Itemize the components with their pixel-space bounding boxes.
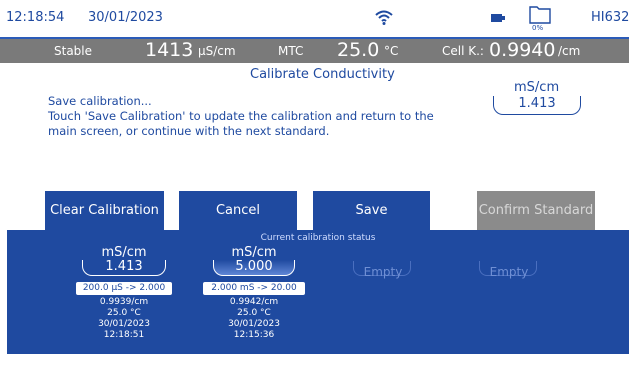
calibration-slot-2: mS/cm 5.000 2.000 mS -> 20.00 mS 0.9942/… — [203, 245, 305, 341]
status-bar: 12:18:54 30/01/2023 0% HI6321 — [0, 0, 629, 37]
calibration-status-panel: Current calibration status mS/cm 1.413 2… — [7, 230, 629, 354]
empty-label: Empty — [489, 265, 529, 279]
message-line-1: Save calibration... — [48, 94, 152, 108]
folder-icon[interactable] — [529, 4, 551, 24]
calibration-slot-1: mS/cm 1.413 200.0 µS -> 2.000 mS 0.9939/… — [76, 245, 172, 341]
clear-calibration-button[interactable]: Clear Calibration — [45, 191, 164, 230]
save-button[interactable]: Save — [313, 191, 430, 230]
calibration-slot-4-empty: Empty — [479, 261, 539, 279]
slot-range: 2.000 mS -> 20.00 mS — [203, 282, 305, 306]
slot-cell-constant: 0.9939/cm — [99, 297, 149, 307]
standard-unit: mS/cm — [514, 80, 560, 95]
stability-label: Stable — [54, 44, 93, 58]
slot-temperature: 25.0 °C — [107, 308, 141, 318]
slot-unit: mS/cm — [231, 245, 277, 260]
message-line-3: main screen, or continue with the next s… — [48, 124, 330, 138]
slot-value: 5.000 — [213, 260, 295, 276]
slot-date: 30/01/2023 — [228, 319, 280, 329]
temperature-value: 25.0 — [337, 39, 380, 61]
battery-icon — [491, 14, 505, 22]
slot-time: 12:18:51 — [103, 330, 145, 340]
page-title: Calibrate Conductivity — [250, 67, 395, 82]
wifi-icon — [375, 10, 393, 25]
temperature-unit: °C — [384, 44, 399, 58]
slot-date: 30/01/2023 — [98, 319, 150, 329]
slot-time: 12:15:36 — [233, 330, 275, 340]
slot-temperature: 25.0 °C — [237, 308, 271, 318]
standard-value: 1.413 — [493, 96, 581, 115]
folder-percent: 0% — [532, 24, 544, 32]
confirm-standard-button: Confirm Standard — [477, 191, 595, 230]
conductivity-value: 1413 — [145, 39, 194, 61]
slot-cell-constant: 0.9942/cm — [229, 297, 279, 307]
cell-constant-unit: /cm — [558, 44, 581, 58]
conductivity-unit: µS/cm — [198, 44, 236, 58]
calibration-slot-3-empty: Empty — [353, 261, 413, 279]
temp-mode: MTC — [278, 44, 304, 58]
model-name: HI6321 — [591, 10, 629, 25]
message-line-2: Touch 'Save Calibration' to update the c… — [48, 109, 434, 123]
cell-constant-value: 0.9940 — [489, 39, 556, 61]
panel-title: Current calibration status — [260, 233, 376, 243]
slot-range: 200.0 µS -> 2.000 mS — [76, 282, 172, 306]
clock-date: 30/01/2023 — [88, 10, 163, 25]
slot-value: 1.413 — [82, 260, 166, 276]
cell-constant-label: Cell K.: — [442, 44, 484, 58]
cancel-button[interactable]: Cancel — [179, 191, 297, 230]
slot-unit: mS/cm — [101, 245, 147, 260]
measurement-bar: Stable 1413 µS/cm MTC 25.0 °C Cell K.: 0… — [0, 39, 629, 63]
empty-label: Empty — [363, 265, 403, 279]
clock-time: 12:18:54 — [6, 10, 65, 25]
